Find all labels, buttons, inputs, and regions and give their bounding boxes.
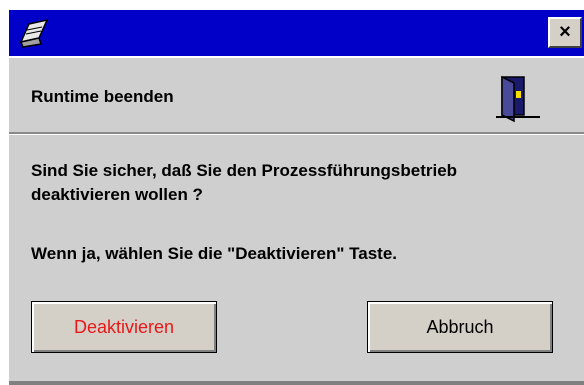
runtime-exit-dialog: × Runtime beenden Sind Sie sicher, daß S…: [9, 10, 584, 385]
header-panel: Runtime beenden: [9, 56, 584, 134]
title-bar[interactable]: ×: [9, 10, 584, 56]
notepad-icon: [17, 16, 51, 50]
deactivate-button-label: Deaktivieren: [73, 316, 175, 337]
deactivate-button[interactable]: Deaktivieren: [31, 301, 217, 353]
close-icon: ×: [559, 21, 571, 43]
close-button[interactable]: ×: [548, 17, 582, 48]
cancel-button[interactable]: Abbruch: [367, 301, 553, 353]
confirm-message-line-2: deaktivieren wollen ?: [31, 185, 203, 204]
instruction-message: Wenn ja, wählen Sie die "Deaktivieren" T…: [31, 244, 398, 263]
message-panel: Sind Sie sicher, daß Sie den Prozessführ…: [9, 134, 584, 385]
exit-door-icon: [496, 73, 540, 123]
cancel-button-label: Abbruch: [426, 316, 494, 337]
bottom-divider: [9, 381, 584, 385]
dialog-heading: Runtime beenden: [31, 87, 174, 106]
confirm-message-line-1: Sind Sie sicher, daß Sie den Prozessführ…: [31, 161, 458, 180]
